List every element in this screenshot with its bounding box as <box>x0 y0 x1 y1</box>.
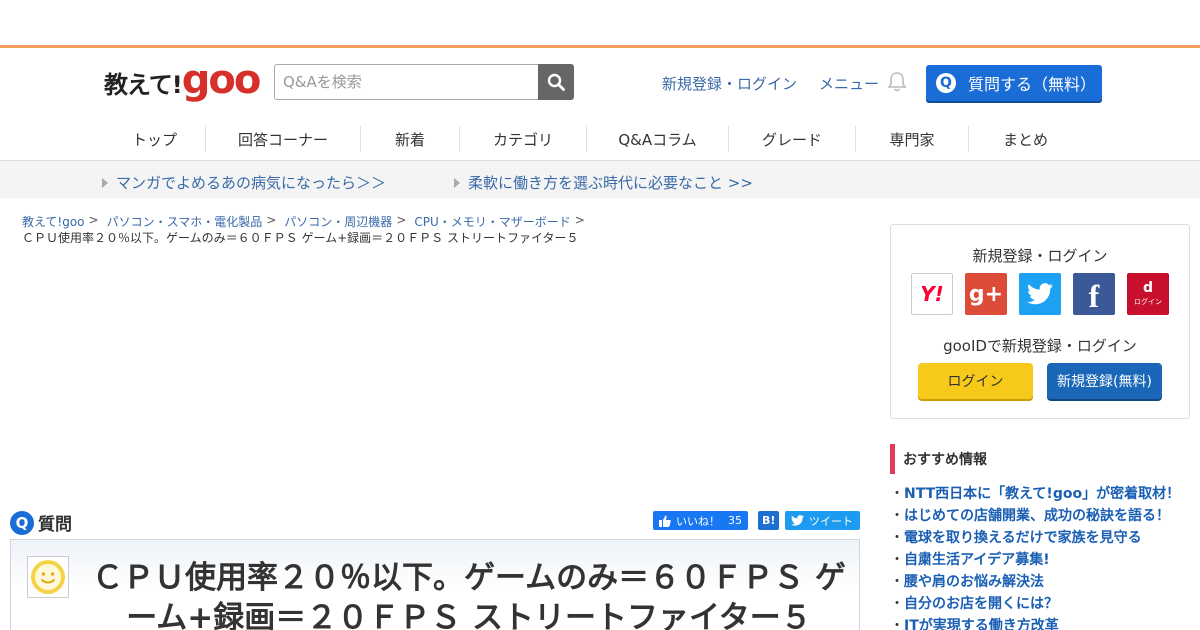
breadcrumb-item[interactable]: CPU・メモリ・マザーボード <box>414 213 570 230</box>
breadcrumb-current: ＣＰＵ使用率２０％以下。ゲームのみ＝６０ＦＰＳ ゲーム+録画＝２０ＦＰＳ ストリ… <box>22 231 579 245</box>
nav-item-answer-corner[interactable]: 回答コーナー <box>206 126 361 152</box>
search-bar <box>274 64 574 100</box>
breadcrumb-separator: > <box>266 213 277 227</box>
question-box: ＣＰＵ使用率２０％以下。ゲームのみ＝６０ＦＰＳ ゲーム+録画＝２０ＦＰＳ ストリ… <box>10 539 860 630</box>
question-icon: Q <box>936 73 956 93</box>
gooid-login-text: gooIDで新規登録・ログイン <box>943 337 1137 355</box>
like-button[interactable]: いいね！ 35 <box>653 511 748 530</box>
hatena-bookmark-button[interactable]: B! <box>758 511 780 530</box>
recommend-section: おすすめ情報 NTT西日本に「教えて!goo」が密着取材！ はじめての店舗開業、… <box>890 444 1190 630</box>
avatar[interactable] <box>27 556 69 598</box>
recommend-item-label: 電球を取り換えるだけで家族を見守る <box>904 530 1142 546</box>
yahoo-icon: Y! <box>920 282 944 306</box>
recommend-heading: おすすめ情報 <box>890 444 1190 474</box>
smiley-avatar-icon <box>31 560 65 594</box>
question-icon: Q <box>10 510 34 535</box>
nav-item-category[interactable]: カテゴリ <box>460 126 587 152</box>
breadcrumb-separator: > <box>396 213 407 227</box>
register-login-link[interactable]: 新規登録・ログイン <box>662 73 797 94</box>
nav-item-qa-column[interactable]: Q&Aコラム <box>587 126 729 152</box>
nav-item-experts[interactable]: 専門家 <box>856 126 969 152</box>
promo-label: マンガでよめるあの病気になったら＞＞ <box>116 174 387 192</box>
nav-item-summary[interactable]: まとめ <box>969 126 1082 152</box>
menu-link[interactable]: メニュー <box>819 73 879 94</box>
question-title: ＣＰＵ使用率２０％以下。ゲームのみ＝６０ＦＰＳ ゲーム+録画＝２０ＦＰＳ ストリ… <box>92 560 846 630</box>
breadcrumb: 教えて!goo > パソコン・スマホ・電化製品 > パソコン・周辺機器 > CPU・メ… <box>22 213 593 230</box>
breadcrumb-item[interactable]: 教えて!goo <box>22 213 85 230</box>
recommend-item[interactable]: 腰や肩のお悩み解決法 <box>890 570 1190 592</box>
promo-bar: マンガでよめるあの病気になったら＞＞ 柔軟に働き方を選ぶ時代に必要なこと >> <box>0 161 1200 198</box>
ask-question-button[interactable]: Q 質問する（無料） <box>926 65 1102 101</box>
breadcrumb-item[interactable]: パソコン・スマホ・電化製品 <box>107 213 263 230</box>
breadcrumb-item[interactable]: パソコン・周辺機器 <box>284 213 392 230</box>
promo-label: 柔軟に働き方を選ぶ時代に必要なこと >> <box>468 174 753 192</box>
site-logo[interactable]: 教えて! goo <box>104 57 262 103</box>
question-heading: Q 質問 <box>10 510 72 535</box>
recommend-item-label: 自粛生活アイデア募集! <box>904 552 1050 568</box>
search-button[interactable] <box>538 64 574 100</box>
recommend-item-label: 自分のお店を開くには？ <box>904 596 1058 612</box>
recommend-item[interactable]: 電球を取り換えるだけで家族を見守る <box>890 526 1190 548</box>
search-icon <box>547 73 565 91</box>
question-heading-label: 質問 <box>38 515 72 535</box>
recommend-item[interactable]: 自粛生活アイデア募集! <box>890 548 1190 570</box>
hatena-icon: B! <box>762 514 776 527</box>
breadcrumb-separator: > <box>88 213 99 227</box>
docomo-d-icon: d <box>1142 280 1154 296</box>
promo-link-manga[interactable]: マンガでよめるあの病気になったら＞＞ <box>102 172 386 193</box>
google-plus-login-button[interactable]: g+ <box>965 273 1007 315</box>
yahoo-login-button[interactable]: Y! <box>911 273 953 315</box>
login-button[interactable]: ログイン <box>918 363 1033 399</box>
recommend-item[interactable]: NTT西日本に「教えて!goo」が密着取材！ <box>890 482 1190 504</box>
docomo-login-sub: ログイン <box>1134 298 1162 306</box>
twitter-bird-icon <box>791 515 804 526</box>
recommend-item-label: 腰や肩のお悩み解決法 <box>904 574 1044 590</box>
logo-text-goo: goo <box>181 57 262 103</box>
nav-item-new[interactable]: 新着 <box>361 126 460 152</box>
facebook-icon: f <box>1088 278 1100 314</box>
top-ad-band <box>0 0 1200 48</box>
sidebar-login-heading: 新規登録・ログイン <box>972 247 1108 265</box>
recommend-item-label: ITが実現する働き方改革 <box>904 618 1059 630</box>
like-count: 35 <box>728 514 742 527</box>
recommend-item[interactable]: 自分のお店を開くには？ <box>890 592 1190 614</box>
breadcrumb-separator: > <box>574 213 585 227</box>
recommend-item[interactable]: はじめての店舗開業、成功の秘訣を語る！ <box>890 504 1190 526</box>
global-nav: トップ 回答コーナー 新着 カテゴリ Q&Aコラム グレード 専門家 まとめ <box>0 118 1200 161</box>
twitter-login-button[interactable] <box>1019 273 1061 315</box>
recommend-item[interactable]: ITが実現する働き方改革 <box>890 614 1190 630</box>
docomo-login-button[interactable]: d ログイン <box>1127 273 1169 315</box>
search-input[interactable] <box>274 64 538 100</box>
thumbs-up-icon <box>659 515 671 527</box>
site-header: 教えて! goo 新規登録・ログイン メニュー Q 質問する（無料） <box>0 48 1200 118</box>
logo-text-jp: 教えて! <box>104 71 183 99</box>
sns-login-list: Y! g+ f d ログイン <box>911 273 1181 315</box>
notification-bell-icon[interactable] <box>886 71 908 97</box>
sidebar-login-box: 新規登録・ログイン Y! g+ f d ログイン gooIDで新規登録・ログイン… <box>890 224 1190 419</box>
ask-question-label: 質問する（無料） <box>968 75 1097 94</box>
nav-item-top[interactable]: トップ <box>104 126 206 152</box>
google-plus-icon: g+ <box>968 281 1004 307</box>
like-label: いいね！ <box>676 514 720 528</box>
recommend-item-label: はじめての店舗開業、成功の秘訣を語る！ <box>904 508 1170 524</box>
tweet-label: ツイート <box>809 514 853 528</box>
tweet-button[interactable]: ツイート <box>785 511 860 530</box>
nav-item-grade[interactable]: グレード <box>729 126 856 152</box>
recommend-list: NTT西日本に「教えて!goo」が密着取材！ はじめての店舗開業、成功の秘訣を語… <box>890 482 1190 630</box>
twitter-icon <box>1027 283 1053 305</box>
header-links: 新規登録・ログイン メニュー <box>662 73 879 94</box>
register-button[interactable]: 新規登録(無料) <box>1047 363 1162 399</box>
promo-link-work-style[interactable]: 柔軟に働き方を選ぶ時代に必要なこと >> <box>454 172 753 193</box>
facebook-login-button[interactable]: f <box>1073 273 1115 315</box>
recommend-item-label: NTT西日本に「教えて!goo」が密着取材！ <box>904 486 1181 502</box>
